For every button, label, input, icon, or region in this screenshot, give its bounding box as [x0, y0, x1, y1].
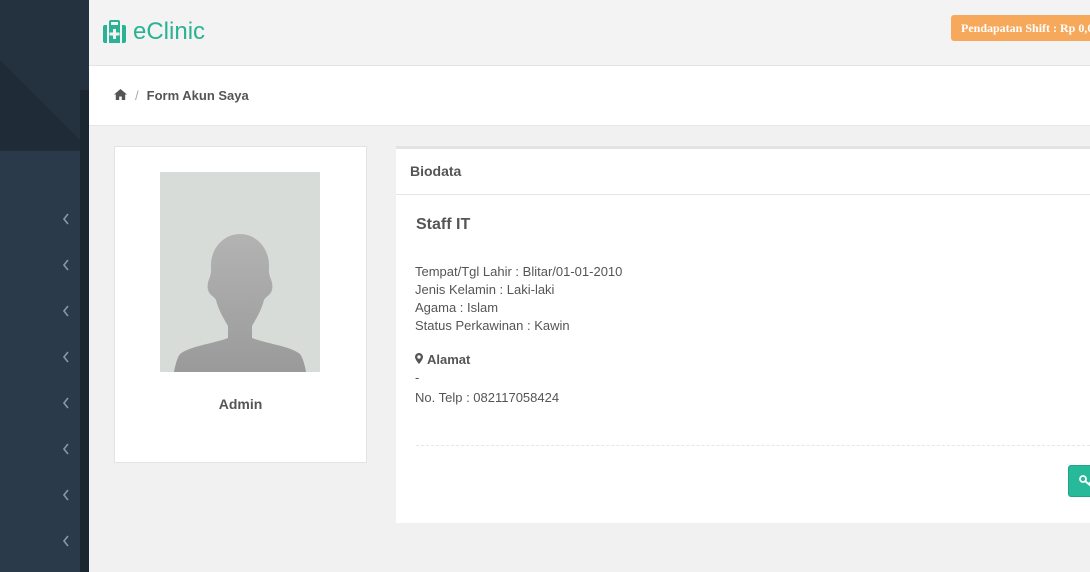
divider [416, 445, 1090, 446]
birth-info: Tempat/Tgl Lahir : Blitar/01-01-2010 [415, 264, 623, 279]
marital-status-info: Status Perkawinan : Kawin [415, 318, 570, 333]
map-marker-icon [415, 352, 427, 367]
chevron-left-icon[interactable] [62, 259, 72, 271]
chevron-left-icon[interactable] [62, 305, 72, 317]
chevron-left-icon[interactable] [62, 489, 72, 501]
gender-info: Jenis Kelamin : Laki-laki [415, 282, 555, 297]
chevron-left-icon[interactable] [62, 443, 72, 455]
chevron-left-icon[interactable] [62, 351, 72, 363]
chevron-left-icon[interactable] [62, 397, 72, 409]
biodata-panel: Biodata Staff IT Tempat/Tgl Lahir : Blit… [396, 146, 1090, 523]
app-logo[interactable]: eClinic [102, 18, 205, 46]
address-value: - [415, 370, 420, 385]
address-label: Alamat [427, 352, 471, 367]
staff-role: Staff IT [416, 216, 471, 233]
home-icon[interactable] [114, 88, 127, 103]
breadcrumb-current: Form Akun Saya [146, 88, 249, 103]
sidebar-scrollbar[interactable] [80, 90, 89, 572]
chevron-left-icon[interactable] [62, 213, 72, 225]
user-silhouette-icon [174, 234, 306, 372]
app-title: eClinic [133, 18, 206, 45]
biodata-header: Biodata [396, 149, 1090, 195]
sidebar [0, 0, 89, 572]
chevron-left-icon[interactable] [62, 535, 72, 547]
profile-card: Admin [114, 146, 367, 463]
top-header: eClinic Pendapatan Shift : Rp 0,00 [89, 0, 1090, 66]
avatar [160, 172, 320, 372]
change-password-button[interactable] [1068, 465, 1090, 497]
religion-info: Agama : Islam [415, 300, 499, 315]
panel-title: Biodata [410, 163, 462, 179]
phone-info: No. Telp : 082117058424 [415, 390, 560, 405]
breadcrumb: / Form Akun Saya [114, 88, 249, 103]
address-heading: Alamat [415, 352, 470, 367]
breadcrumb-separator: / [135, 88, 139, 103]
breadcrumb-bar: / Form Akun Saya [89, 66, 1090, 126]
profile-name: Admin [218, 396, 263, 412]
medkit-icon [102, 20, 127, 44]
sidebar-header [0, 0, 89, 151]
shift-income-badge: Pendapatan Shift : Rp 0,00 [951, 15, 1090, 41]
key-icon [1079, 474, 1090, 492]
